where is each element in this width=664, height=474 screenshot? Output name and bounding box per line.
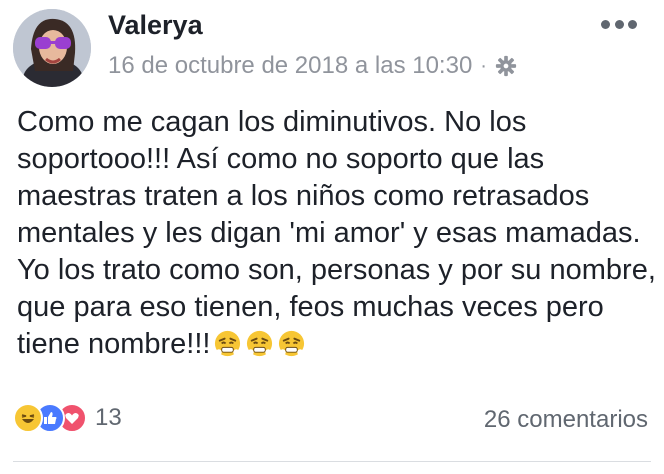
reaction-count[interactable]: 13: [95, 404, 122, 432]
haha-reaction-icon: [13, 403, 43, 433]
avatar-photo-icon: [13, 9, 91, 87]
post-footer: 13 26 comentarios: [0, 396, 664, 442]
more-dot: [628, 19, 637, 29]
more-options-icon[interactable]: [601, 18, 637, 30]
avatar[interactable]: [13, 9, 91, 87]
more-dot: [614, 19, 624, 29]
meta-separator: ·: [480, 54, 487, 77]
divider: [13, 461, 651, 462]
steam-face-emoji: [213, 329, 242, 368]
reactions-summary[interactable]: 13: [13, 403, 122, 433]
more-dot: [601, 19, 610, 29]
author-name[interactable]: Valerya: [108, 10, 203, 41]
post-meta: 16 de octubre de 2018 a las 10:30 ·: [108, 52, 517, 80]
post-body: Como me cagan los diminutivos. No los so…: [17, 104, 657, 368]
steam-face-emoji: [277, 329, 306, 368]
comments-count-link[interactable]: 26 comentarios: [484, 406, 648, 434]
post-timestamp[interactable]: 16 de octubre de 2018 a las 10:30: [108, 52, 472, 80]
steam-face-emoji: [245, 329, 274, 368]
post-text: Como me cagan los diminutivos. No los so…: [17, 106, 656, 360]
post-header: Valerya 16 de octubre de 2018 a las 10:3…: [0, 0, 664, 95]
gear-icon[interactable]: [495, 55, 517, 77]
